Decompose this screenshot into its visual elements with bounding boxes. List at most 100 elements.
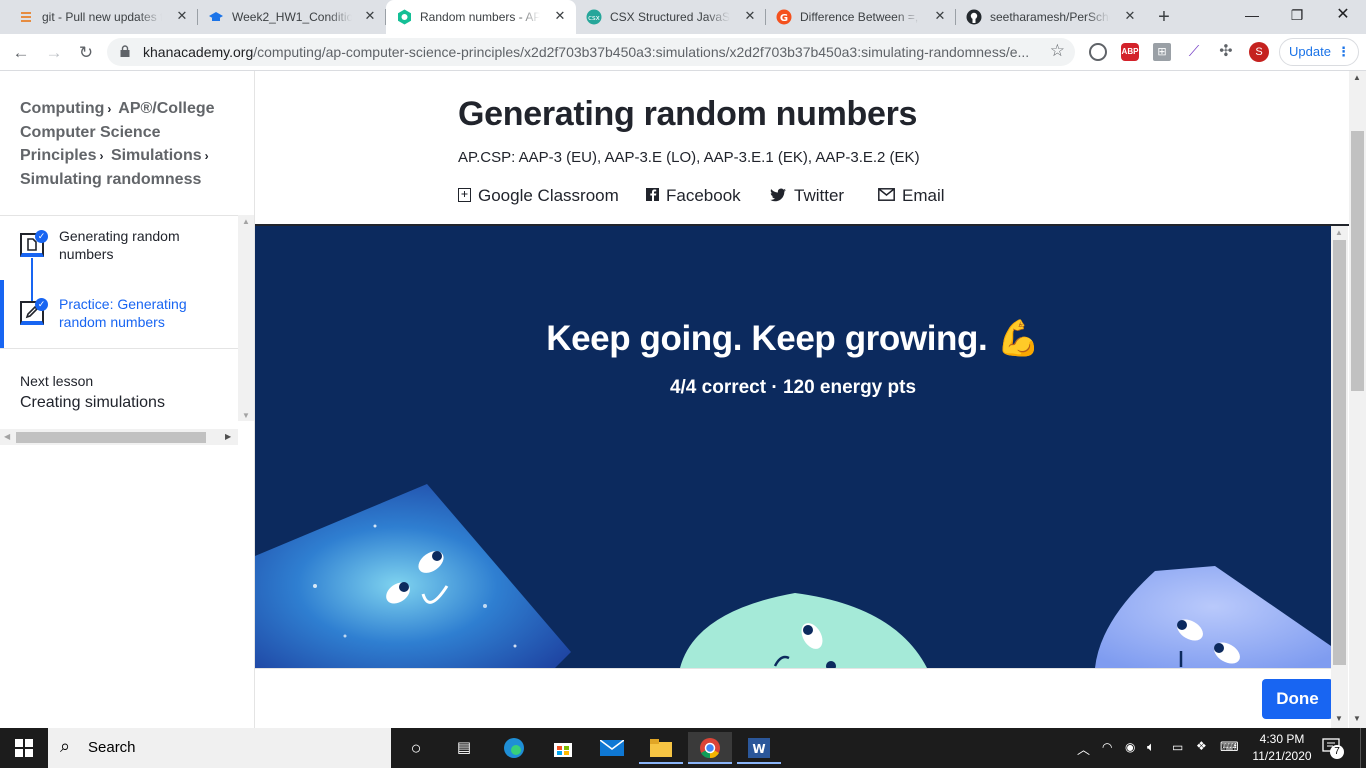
notification-center-icon[interactable]: 7	[1322, 737, 1344, 759]
browser-tab[interactable]: Week2_HW1_Condition ✕	[198, 0, 386, 34]
mail-icon[interactable]	[590, 732, 634, 764]
tab-title: Week2_HW1_Condition	[232, 10, 352, 24]
cortana-icon[interactable]: ○	[394, 732, 438, 764]
share-email[interactable]: Email	[878, 186, 945, 206]
clock-date: 11/21/2020	[1252, 749, 1312, 763]
csx-icon: csx	[586, 9, 602, 25]
browser-tab[interactable]: git - Pull new updates f ✕	[8, 0, 198, 34]
share-label: Google Classroom	[478, 186, 619, 205]
close-icon[interactable]: ✕	[552, 8, 568, 24]
mascot-illustration	[255, 484, 1331, 668]
task-view-icon[interactable]: ▤	[442, 732, 486, 764]
sidebar-scrollbar[interactable]: ▲ ▼	[238, 215, 254, 421]
chrome-tray-icon[interactable]: ◉	[1125, 740, 1135, 780]
browser-tab[interactable]: csx CSX Structured JavaScri ✕	[576, 0, 766, 34]
adblock-icon[interactable]: ABP	[1121, 43, 1139, 61]
close-icon[interactable]: ✕	[362, 8, 378, 24]
share-facebook[interactable]: Facebook	[646, 186, 741, 206]
new-tab-button[interactable]: +	[1153, 6, 1175, 28]
windows-start-icon[interactable]	[2, 732, 46, 764]
scroll-right-icon[interactable]: ▶	[225, 432, 231, 441]
scroll-up-icon[interactable]: ▲	[242, 217, 250, 226]
browser-tab[interactable]: G Difference Between =, = ✕	[766, 0, 956, 34]
clock[interactable]: 4:30 PM 11/21/2020	[1252, 732, 1312, 772]
scroll-up-icon[interactable]: ▲	[1353, 73, 1361, 82]
keyboard-icon[interactable]: ⌨	[1220, 739, 1239, 779]
profile-avatar[interactable]: S	[1249, 42, 1269, 62]
clock-time: 4:30 PM	[1259, 732, 1305, 746]
update-label: Update	[1289, 44, 1331, 59]
sidebar-item-generating-random-numbers[interactable]: Generating random numbers	[59, 227, 229, 263]
dropbox-icon[interactable]: ❖	[1196, 739, 1207, 779]
share-twitter[interactable]: Twitter	[770, 186, 844, 206]
store-icon[interactable]	[541, 732, 585, 764]
completed-check-icon: ✓	[35, 230, 48, 243]
next-lesson-label: Next lesson	[20, 373, 94, 389]
puzzle-extensions-icon[interactable]: ✣	[1217, 43, 1235, 61]
standards-text: AP.CSP: AAP‑3 (EU), AAP‑3.E (LO), AAP‑3.…	[458, 149, 920, 166]
minimize-button[interactable]: —	[1229, 0, 1275, 30]
url-host: khanacademy.org	[143, 44, 254, 60]
tab-title: Difference Between =, =	[800, 10, 920, 24]
scroll-up-icon[interactable]: ▲	[1335, 228, 1343, 237]
wifi-icon[interactable]: ◠	[1102, 740, 1112, 780]
extension-circle-icon[interactable]	[1089, 43, 1107, 61]
share-google-classroom[interactable]: Google Classroom	[458, 186, 619, 206]
volume-icon[interactable]: 🔈︎	[1147, 739, 1155, 779]
khan-icon	[396, 9, 412, 25]
breadcrumb: Computing › AP®︎/College Computer Science…	[20, 97, 245, 191]
taskbar-search[interactable]: ⌕ Search	[48, 728, 391, 768]
more-menu-icon: ⋮	[1337, 44, 1350, 59]
back-button[interactable]: ←	[10, 42, 32, 64]
search-placeholder: Search	[88, 739, 136, 756]
scrollbar-thumb[interactable]	[1351, 131, 1364, 391]
sidebar-item-practice[interactable]: Practice: Generating random numbers	[59, 295, 229, 331]
battery-icon[interactable]: ▭	[1172, 740, 1183, 780]
close-icon[interactable]: ✕	[932, 8, 948, 24]
word-icon[interactable]: W	[737, 732, 781, 764]
edge-icon[interactable]	[492, 732, 536, 764]
page-scrollbar[interactable]: ▲ ▼	[1349, 71, 1366, 728]
chrome-icon[interactable]	[688, 732, 732, 764]
pen-extension-icon[interactable]: ⟋	[1185, 43, 1203, 61]
scrollbar-thumb[interactable]	[16, 432, 206, 443]
notification-count: 7	[1330, 745, 1344, 759]
forward-button[interactable]: →	[43, 42, 65, 64]
scroll-down-icon[interactable]: ▼	[1353, 714, 1361, 723]
sidebar-horizontal-scrollbar[interactable]: ◀ ▶	[0, 429, 238, 445]
panel-scrollbar[interactable]: ▲ ▼	[1331, 226, 1348, 728]
close-icon[interactable]: ✕	[742, 8, 758, 24]
browser-tab-strip: git - Pull new updates f ✕ Week2_HW1_Con…	[0, 0, 1366, 34]
show-desktop-button[interactable]	[1360, 728, 1366, 768]
divider	[0, 215, 254, 216]
next-lesson-link[interactable]: Creating simulations	[20, 394, 165, 412]
scroll-down-icon[interactable]: ▼	[242, 411, 250, 420]
browser-tab[interactable]: seetharamesh/PerSchol ✕	[956, 0, 1146, 34]
scrollbar-thumb[interactable]	[1333, 240, 1346, 665]
browser-tab-active[interactable]: Random numbers - AP ✕	[386, 0, 576, 34]
twitter-icon	[770, 188, 787, 205]
scroll-down-icon[interactable]: ▼	[1335, 714, 1343, 723]
breadcrumb-simulating-randomness[interactable]: Simulating randomness	[20, 171, 201, 188]
show-hidden-icons[interactable]: ︿	[1077, 739, 1090, 779]
close-icon[interactable]: ✕	[1122, 8, 1138, 24]
update-button[interactable]: Update ⋮	[1279, 38, 1359, 66]
blue-mascot	[1095, 566, 1331, 668]
galaxy-mascot	[255, 484, 571, 668]
bookmark-star-icon[interactable]: ☆	[1050, 41, 1065, 61]
url-text: khanacademy.org/computing/ap-computer-sc…	[143, 44, 1038, 60]
done-button[interactable]: Done	[1262, 679, 1333, 719]
result-panel: Keep going. Keep growing. 💪 4/4 correct …	[255, 226, 1331, 668]
svg-text:G: G	[780, 13, 788, 24]
window-close-button[interactable]: ✕	[1320, 0, 1366, 30]
scroll-left-icon[interactable]: ◀	[4, 432, 10, 441]
address-bar[interactable]: khanacademy.org/computing/ap-computer-sc…	[107, 38, 1075, 66]
restore-button[interactable]: ❐	[1274, 0, 1320, 30]
breadcrumb-simulations[interactable]: Simulations	[111, 147, 202, 164]
reload-button[interactable]: ↻	[75, 42, 97, 64]
close-icon[interactable]: ✕	[174, 8, 190, 24]
breadcrumb-computing[interactable]: Computing	[20, 100, 104, 117]
share-label: Email	[902, 186, 945, 205]
file-explorer-icon[interactable]	[639, 732, 683, 764]
extension-grid-icon[interactable]: ⊞	[1153, 43, 1171, 61]
